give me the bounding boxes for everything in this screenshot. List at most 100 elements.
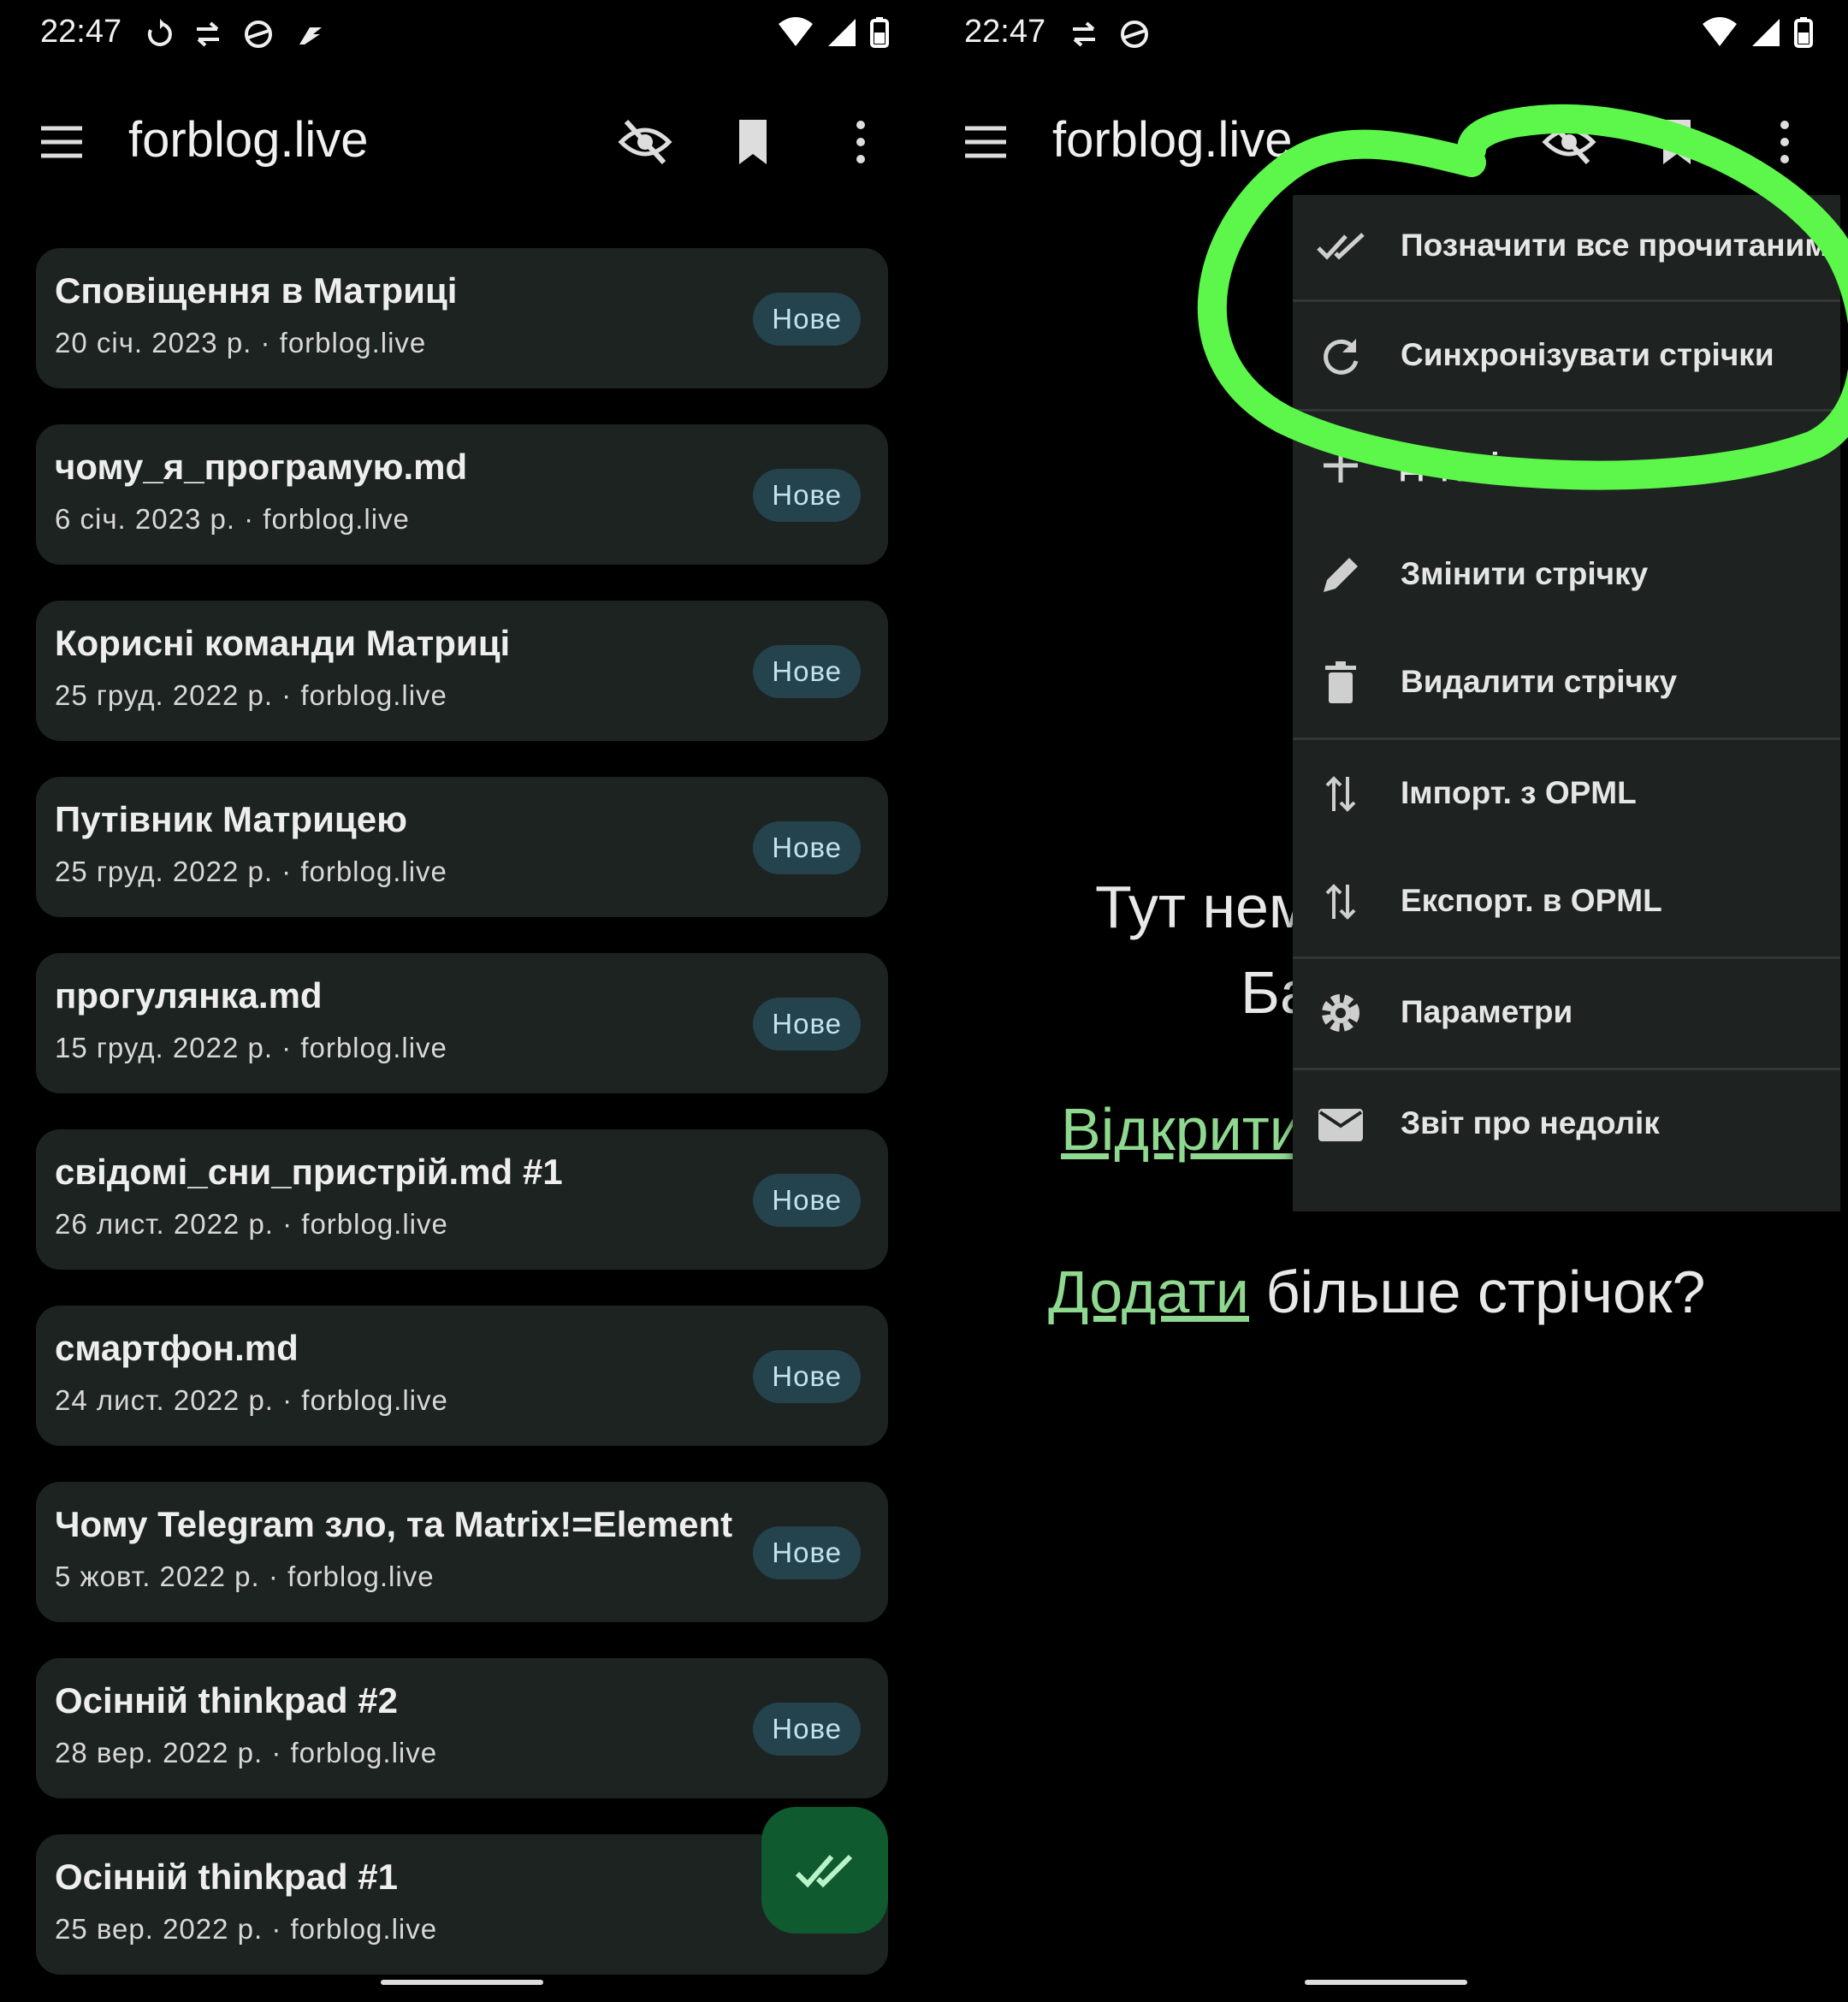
article-card[interactable]: свідомі_сни_пристрій.md #1 26 лист. 2022… [36, 1129, 888, 1270]
article-title: Путівник Матрицею [55, 799, 407, 839]
new-badge: Нове [753, 293, 861, 346]
pencil-icon [1324, 558, 1358, 592]
status-bar: 22:47 [0, 0, 924, 68]
add-more-feeds-line: Додати більше стрічок? [1048, 1258, 1705, 1326]
menu-item-report-bug[interactable]: Звіт про недолік [1293, 1073, 1840, 1176]
vpn-globe-icon [245, 21, 272, 48]
menu-divider [1293, 957, 1840, 959]
bookmark-icon[interactable] [1650, 115, 1704, 169]
toolbar-title: forblog.live [1052, 112, 1293, 168]
article-card[interactable]: Чому Telegram зло, та Matrix!=Element 5 … [36, 1482, 888, 1622]
article-card[interactable]: смартфон.md 24 лист. 2022 р. · forblog.l… [36, 1306, 888, 1446]
add-feeds-link[interactable]: Додати [1048, 1259, 1249, 1325]
app-notification-icon [299, 27, 322, 44]
article-card[interactable]: Путівник Матрицею 25 груд. 2022 р. · for… [36, 777, 888, 917]
app-toolbar: forblog.live [924, 94, 1848, 188]
hamburger-menu-icon[interactable] [962, 118, 1010, 166]
new-badge: Нове [753, 1350, 861, 1403]
menu-divider [1293, 299, 1840, 302]
new-badge: Нове [753, 998, 861, 1051]
menu-item-delete-feed[interactable]: Видалити стрічку [1293, 631, 1840, 734]
wifi-icon [779, 17, 813, 46]
new-badge: Нове [753, 1703, 861, 1756]
more-vert-icon[interactable] [1757, 115, 1812, 169]
menu-divider [1293, 409, 1840, 412]
data-transfer-icon [197, 21, 219, 47]
article-title: Осінній thinkpad #2 [55, 1680, 398, 1721]
hide-read-icon[interactable] [618, 115, 672, 169]
menu-item-settings[interactable]: Параметри [1293, 962, 1840, 1064]
article-title: смартфон.md [55, 1328, 299, 1368]
empty-message-line1: Тут нем [1095, 874, 1311, 940]
export-arrows-icon [1325, 884, 1356, 920]
article-meta: 25 вер. 2022 р. · forblog.live [55, 1913, 438, 1945]
hide-read-icon[interactable] [1542, 115, 1596, 169]
menu-item-edit-feed[interactable]: Змінити стрічку [1293, 524, 1840, 626]
article-card[interactable]: Осінній thinkpad #1 25 вер. 2022 р. · fo… [36, 1834, 888, 1975]
article-meta: 25 груд. 2022 р. · forblog.live [55, 679, 447, 711]
article-meta: 20 січ. 2023 р. · forblog.live [55, 327, 427, 358]
cellular-signal-icon [828, 19, 856, 46]
menu-item-mark-all-read[interactable]: Позначити все прочитаним [1293, 195, 1840, 298]
app-toolbar: forblog.live [0, 94, 924, 188]
mark-all-read-fab[interactable] [761, 1807, 888, 1934]
system-icons [1701, 15, 1814, 50]
article-meta: 5 жовт. 2022 р. · forblog.live [55, 1561, 435, 1592]
double-check-icon [1317, 233, 1365, 260]
article-meta: 24 лист. 2022 р. · forblog.live [55, 1384, 448, 1416]
overflow-menu: Позначити все прочитаним Синхронізувати … [1293, 195, 1840, 1211]
article-meta: 26 лист. 2022 р. · forblog.live [55, 1208, 448, 1240]
vpn-globe-icon [1121, 21, 1148, 48]
new-badge: Нове [753, 645, 861, 698]
menu-divider [1293, 1068, 1840, 1070]
refresh-icon [1324, 339, 1359, 375]
new-badge: Нове [753, 821, 861, 874]
battery-icon [1794, 17, 1813, 48]
article-title: прогулянка.md [55, 975, 323, 1016]
gesture-bar[interactable] [1305, 1980, 1467, 1985]
menu-divider [1293, 737, 1840, 740]
article-title: Осінній thinkpad #1 [55, 1857, 398, 1897]
cellular-signal-icon [1752, 19, 1780, 46]
menu-item-sync-feeds[interactable]: Синхронізувати стрічки [1293, 305, 1840, 407]
article-card[interactable]: чому_я_програмую.md 6 січ. 2023 р. · for… [36, 424, 888, 565]
open-link[interactable]: Відкрити [1061, 1095, 1303, 1164]
trash-icon [1325, 661, 1356, 703]
plus-icon [1324, 448, 1358, 483]
new-badge: Нове [753, 469, 861, 522]
article-card[interactable]: Осінній thinkpad #2 28 вер. 2022 р. · fo… [36, 1658, 888, 1798]
mail-icon [1318, 1109, 1363, 1141]
article-title: Корисні команди Матриці [55, 623, 511, 663]
system-icons [777, 15, 890, 50]
bookmark-icon[interactable] [726, 115, 780, 169]
data-transfer-icon [1073, 21, 1095, 47]
new-badge: Нове [753, 1174, 861, 1227]
status-time: 22:47 [964, 14, 1046, 50]
status-time: 22:47 [40, 14, 122, 50]
article-meta: 25 груд. 2022 р. · forblog.live [55, 856, 447, 887]
gesture-bar[interactable] [381, 1980, 543, 1985]
sync-status-icon [147, 19, 172, 46]
article-card[interactable]: Сповіщення в Матриці 20 січ. 2023 р. · f… [36, 248, 888, 388]
more-vert-icon[interactable] [833, 115, 888, 169]
menu-item-add-feed[interactable]: Дод рі у [1293, 414, 1840, 517]
article-card[interactable]: прогулянка.md 15 груд. 2022 р. · forblog… [36, 953, 888, 1093]
battery-icon [870, 17, 889, 48]
article-title: свідомі_сни_пристрій.md #1 [55, 1152, 563, 1192]
menu-item-import-opml[interactable]: Імпорт. з OPML [1293, 743, 1840, 845]
status-bar: 22:47 [924, 0, 1848, 68]
new-badge: Нове [753, 1526, 861, 1579]
right-screen: 22:47 forblog.live Тут нем Ба Відкрити Д… [924, 0, 1848, 2002]
article-title: чому_я_програмую.md [55, 447, 468, 487]
article-meta: 15 груд. 2022 р. · forblog.live [55, 1032, 447, 1063]
article-title: Чому Telegram зло, та Matrix!=Element [55, 1504, 733, 1544]
hamburger-menu-icon[interactable] [38, 118, 86, 166]
menu-item-export-opml[interactable]: Експорт. в OPML [1293, 850, 1840, 953]
left-screen: 22:47 forblog.live Сповіщення в Матриці … [0, 0, 924, 2002]
gear-icon [1322, 994, 1359, 1032]
toolbar-title: forblog.live [128, 112, 369, 168]
double-check-icon [795, 1854, 853, 1888]
article-card[interactable]: Корисні команди Матриці 25 груд. 2022 р.… [36, 601, 888, 741]
add-feeds-text: більше стрічок? [1249, 1259, 1706, 1325]
article-list: Сповіщення в Матриці 20 січ. 2023 р. · f… [36, 248, 888, 2002]
